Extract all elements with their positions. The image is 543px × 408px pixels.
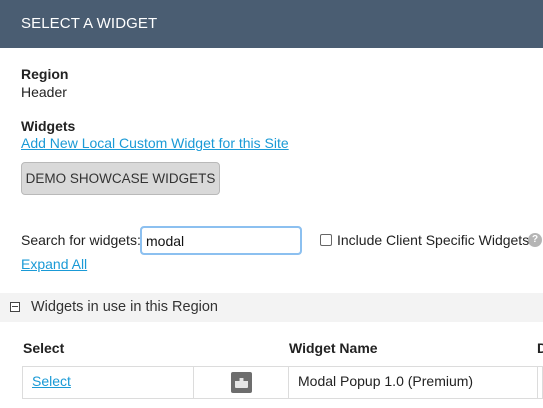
dialog-header: SELECT A WIDGET [0,0,543,48]
search-input[interactable] [140,226,302,255]
include-client-widgets-checkbox[interactable] [320,234,332,246]
widget-thumbnail-icon [231,372,252,393]
help-icon[interactable]: ? [528,233,542,247]
collapse-icon[interactable] [10,302,20,312]
expand-all-link[interactable]: Expand All [21,256,87,272]
column-header-select: Select [23,340,65,356]
demo-showcase-widgets-button[interactable]: DEMO SHOWCASE WIDGETS [21,162,220,195]
region-value: Header [21,84,67,100]
cell-divider [537,366,538,399]
column-header-widget-name: Widget Name [289,340,378,356]
select-widget-link[interactable]: Select [32,373,71,389]
add-custom-widget-link[interactable]: Add New Local Custom Widget for this Sit… [21,135,289,151]
widget-name-cell: Modal Popup 1.0 (Premium) [298,373,474,389]
region-label: Region [21,66,69,82]
search-label: Search for widgets: [21,232,141,248]
include-client-widgets-label: Include Client Specific Widgets [337,232,530,248]
cell-divider [193,366,194,399]
cell-divider [288,366,289,399]
dialog-title: SELECT A WIDGET [21,15,158,32]
section-title: Widgets in use in this Region [31,299,218,315]
column-header-truncated: D [537,340,543,356]
widgets-label: Widgets [21,118,76,134]
